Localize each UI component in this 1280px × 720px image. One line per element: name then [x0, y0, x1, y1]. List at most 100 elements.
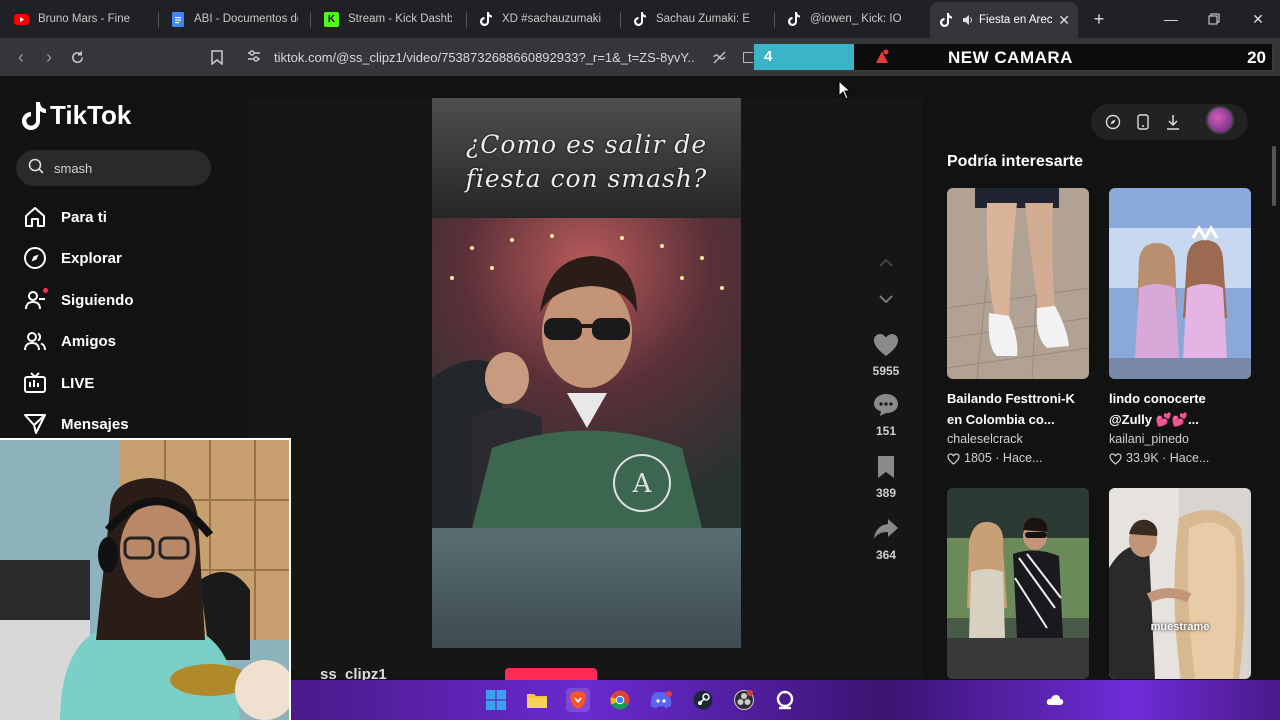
video-bottom-blur — [432, 528, 741, 648]
nav-item-explorar[interactable]: Explorar — [22, 243, 122, 273]
recommendation-card[interactable] — [947, 488, 1089, 679]
steam-icon[interactable] — [691, 688, 715, 712]
share-button[interactable]: 364 — [866, 516, 906, 562]
cloud-icon[interactable] — [1043, 688, 1067, 712]
kick-icon: K — [324, 11, 339, 27]
tab-abi-documentos[interactable]: ABI - Documentos de — [162, 4, 306, 34]
obs-studio-icon[interactable] — [732, 688, 756, 712]
follow-button[interactable] — [505, 668, 597, 680]
stream-overlay-bar: 4 NEW CAMARA 20 — [753, 43, 1273, 71]
windows-start-icon[interactable] — [484, 688, 508, 712]
recommendation-title[interactable]: Bailando Festtroni-K en Colombia co... — [947, 388, 1089, 430]
recommendation-thumbnail[interactable] — [1109, 188, 1251, 379]
live-icon — [22, 370, 48, 396]
stream-overlay-number: 20 — [1247, 48, 1266, 67]
close-tab-icon[interactable]: ✕ — [1052, 12, 1070, 29]
nav-item-live[interactable]: LIVE — [22, 368, 94, 398]
recommendation-thumbnail[interactable] — [947, 188, 1089, 379]
nav-item-siguiendo[interactable]: Siguiendo — [22, 285, 134, 315]
recommendation-user[interactable]: kailani_pinedo — [1109, 430, 1251, 449]
tiktok-logo[interactable]: TikTok — [22, 100, 131, 131]
docs-icon — [170, 11, 185, 27]
tab-separator — [774, 12, 775, 28]
tab-xd-sachauzumaki[interactable]: XD #sachauzumaki — [470, 4, 614, 34]
nav-item-para-ti[interactable]: Para ti — [22, 202, 107, 232]
comment-button[interactable]: 151 — [866, 392, 906, 438]
file-explorer-icon[interactable] — [525, 688, 549, 712]
recommendation-time: Hace... — [1002, 451, 1043, 465]
heart-outline-icon — [947, 452, 960, 465]
recommendation-thumbnail[interactable]: muestrame — [1109, 488, 1251, 679]
like-button[interactable]: 5955 — [866, 332, 906, 378]
brave-browser-icon[interactable] — [566, 688, 590, 712]
restore-icon[interactable] — [1193, 0, 1235, 38]
recommendation-card[interactable]: Bailando Festtroni-K en Colombia co... c… — [947, 188, 1089, 468]
recommendation-thumbnail[interactable] — [947, 488, 1089, 679]
chrome-icon[interactable] — [608, 688, 632, 712]
search-input[interactable] — [54, 160, 204, 176]
bookmark-icon — [866, 454, 906, 480]
compass-icon[interactable] — [1104, 113, 1122, 131]
nav-item-amigos[interactable]: Amigos — [22, 326, 116, 356]
profile-avatar[interactable] — [1206, 106, 1234, 134]
video-player[interactable]: ¿Como es salir de fiesta con smash? A — [432, 98, 741, 648]
mouse-cursor — [838, 79, 852, 105]
tab-kick-dashboard[interactable]: K Stream - Kick Dashbo — [316, 4, 460, 34]
url-text: tiktok.com/@ss_clipz1/video/753873268866… — [274, 49, 694, 65]
app-icon[interactable] — [773, 688, 797, 712]
tab-fiesta-active[interactable]: Fiesta en Arec ✕ — [930, 2, 1078, 38]
nav-label: Siguiendo — [61, 291, 134, 309]
thumbnail-image — [947, 188, 1089, 379]
heart-icon — [866, 332, 906, 358]
back-icon[interactable]: ‹ — [10, 46, 32, 68]
address-bar[interactable]: tiktok.com/@ss_clipz1/video/753873268866… — [238, 43, 758, 71]
tiktok-logo-icon — [22, 101, 46, 130]
save-button[interactable]: 389 — [866, 454, 906, 500]
recommendation-card[interactable]: lindo conocerte @Zully 💕💕... kailani_pin… — [1109, 188, 1251, 468]
video-caption-line: ¿Como es salir de — [465, 130, 708, 159]
download-icon[interactable] — [1164, 113, 1182, 131]
like-count: 5955 — [872, 364, 900, 378]
tab-separator — [310, 12, 311, 28]
recommendation-meta: 1805 · Hace... — [947, 449, 1089, 468]
reload-icon[interactable] — [66, 46, 88, 68]
minimize-icon[interactable]: — — [1150, 0, 1192, 38]
close-window-icon[interactable]: ✕ — [1237, 0, 1279, 38]
nav-label: LIVE — [61, 374, 95, 392]
search-box[interactable] — [16, 150, 211, 186]
recommendation-user[interactable]: chaleselcrack — [947, 430, 1089, 449]
discord-icon[interactable] — [649, 688, 673, 712]
forward-icon[interactable]: › — [38, 46, 60, 68]
following-icon — [22, 287, 48, 313]
tab-sachau-zumaki[interactable]: Sachau Zumaki: E — [624, 4, 768, 34]
recommendation-time: Hace... — [1169, 451, 1210, 465]
youtube-icon — [14, 12, 29, 27]
bookmark-icon[interactable] — [206, 46, 228, 68]
tab-bruno-mars[interactable]: Bruno Mars - Fine — [6, 4, 154, 34]
friends-icon — [22, 328, 48, 354]
share-count: 364 — [875, 548, 897, 562]
brave-shield-off-icon[interactable] — [712, 50, 727, 68]
phone-icon[interactable] — [1134, 113, 1152, 131]
home-icon — [22, 204, 48, 230]
webcam-image — [0, 440, 289, 720]
recommendation-likes: 1805 — [964, 451, 992, 465]
tab-separator — [466, 12, 467, 28]
tiktok-icon — [632, 12, 647, 27]
new-tab-button[interactable]: + — [1082, 0, 1116, 38]
next-video-chevron-down-icon[interactable] — [876, 289, 896, 309]
site-settings-icon[interactable] — [246, 48, 262, 67]
share-icon — [866, 516, 906, 542]
recommendation-card[interactable]: muestrame — [1109, 488, 1251, 679]
nav-item-mensajes[interactable]: Mensajes — [22, 409, 129, 439]
page-scrollbar[interactable] — [1272, 146, 1276, 206]
svg-text:A: A — [632, 469, 653, 499]
save-count: 389 — [875, 486, 897, 500]
thumbnail-overlay-text: muestrame — [1150, 621, 1210, 633]
nav-label: Mensajes — [61, 415, 129, 433]
previous-video-chevron-up-icon[interactable] — [876, 253, 896, 273]
tab-iowen-kick[interactable]: @iowen_ Kick: IO — [778, 4, 922, 34]
recommendation-title[interactable]: lindo conocerte @Zully 💕💕... — [1109, 388, 1251, 430]
tab-separator — [620, 12, 621, 28]
webcam-overlay — [0, 438, 291, 720]
